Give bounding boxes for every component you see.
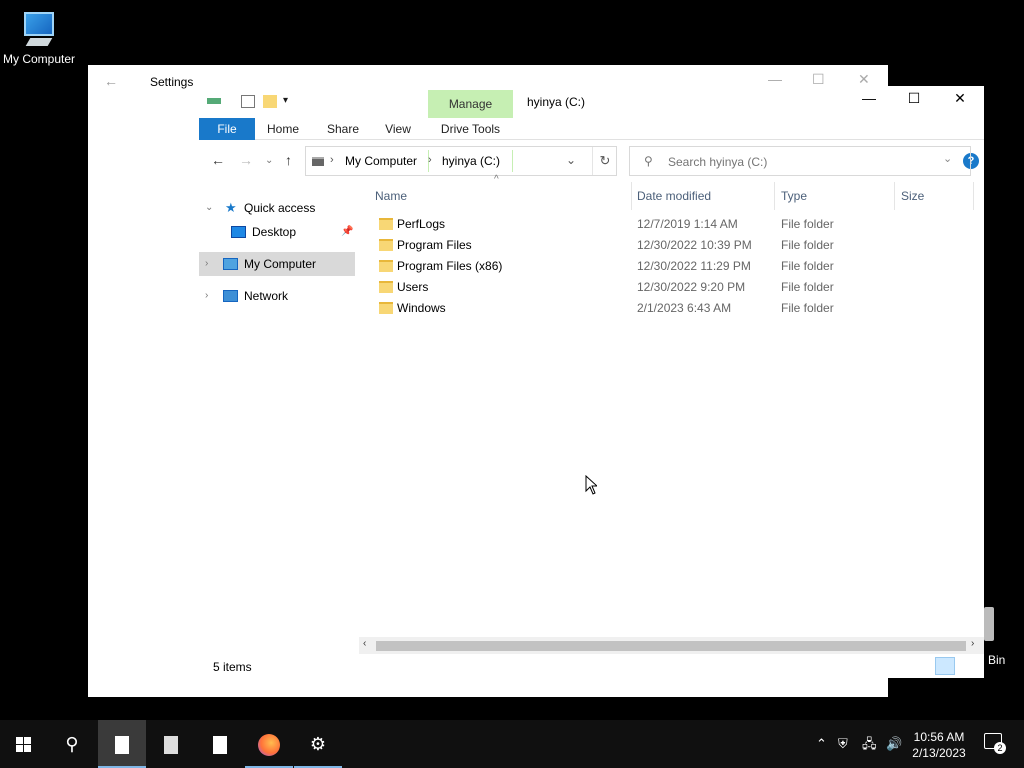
quick-access-toolbar: ▾ Manage hyinya (C:) — ☐ ✕ xyxy=(199,86,984,118)
customize-toolbar-icon[interactable]: ▾ xyxy=(283,95,288,106)
search-button[interactable]: ⚲ xyxy=(48,720,96,768)
chevron-right-icon[interactable]: › xyxy=(205,252,208,276)
settings-title: Settings xyxy=(150,75,194,89)
table-row[interactable]: PerfLogs 12/7/2019 1:14 AM File folder xyxy=(369,214,979,235)
tab-drive-tools[interactable]: Drive Tools xyxy=(428,118,513,140)
folder-icon xyxy=(379,302,393,314)
document-icon xyxy=(115,736,129,755)
checkmark-icon[interactable] xyxy=(241,95,255,108)
back-button[interactable]: ← xyxy=(211,152,225,168)
refresh-icon[interactable]: ↻ xyxy=(592,147,617,175)
table-row[interactable]: Windows 2/1/2023 6:43 AM File folder xyxy=(369,298,979,319)
nav-item-quick-access[interactable]: ⌄ ★ Quick access xyxy=(199,196,355,220)
nav-item-network[interactable]: › Network xyxy=(199,284,355,308)
taskbar: ⚲ ⚙ ⌃ ⛨ 🖧 🔊 10:56 AM 2/13/2023 2 xyxy=(0,720,1024,768)
tab-view[interactable]: View xyxy=(379,118,417,140)
desktop-folder-icon xyxy=(231,226,246,238)
column-type[interactable]: Type xyxy=(775,182,895,210)
file-explorer-window: ▾ Manage hyinya (C:) — ☐ ✕ File Home Sha… xyxy=(199,86,984,678)
clock-time: 10:56 AM xyxy=(913,730,965,744)
horizontal-scrollbar[interactable]: ‹ › xyxy=(359,637,984,654)
tab-share[interactable]: Share xyxy=(321,118,365,140)
document-icon xyxy=(164,736,178,755)
maximize-button[interactable]: ☐ xyxy=(891,90,937,112)
scroll-right-icon[interactable]: › xyxy=(971,638,974,649)
table-row[interactable]: Users 12/30/2022 9:20 PM File folder xyxy=(369,277,979,298)
column-size[interactable]: Size xyxy=(895,182,973,210)
folder-icon xyxy=(379,260,393,272)
status-bar: 5 items xyxy=(199,654,984,678)
gear-icon: ⚙ xyxy=(309,734,327,754)
windows-logo-icon xyxy=(16,737,32,753)
security-icon[interactable]: ⛨ xyxy=(838,720,848,768)
address-bar[interactable]: › My Computer › hyinya (C:) ⌄ ↻ xyxy=(305,146,617,176)
minimize-button[interactable]: — xyxy=(846,90,892,112)
nav-item-my-computer[interactable]: › My Computer xyxy=(199,252,355,276)
computer-icon xyxy=(223,258,238,270)
new-folder-icon[interactable] xyxy=(263,95,277,108)
manage-context-tab[interactable]: Manage xyxy=(428,90,513,118)
notification-count-badge: 2 xyxy=(994,742,1006,754)
nav-item-desktop[interactable]: Desktop 📌 xyxy=(199,220,355,244)
network-status-icon[interactable]: 🖧 xyxy=(862,720,877,768)
close-button[interactable]: ✕ xyxy=(937,90,983,112)
recycle-bin-icon[interactable] xyxy=(984,607,994,641)
tab-file[interactable]: File xyxy=(199,118,255,140)
drive-icon xyxy=(312,157,324,166)
properties-icon[interactable] xyxy=(207,98,221,104)
tab-home[interactable]: Home xyxy=(261,118,305,140)
address-segment-drive[interactable]: hyinya (C:) xyxy=(442,154,500,168)
forward-button[interactable]: → xyxy=(239,152,253,168)
search-icon: ⚲ xyxy=(644,154,653,168)
document-icon xyxy=(213,736,227,755)
folder-icon xyxy=(379,218,393,230)
navigation-bar: ← → ⌄ ↑ › My Computer › hyinya (C:) ⌄ ↻ … xyxy=(199,146,984,176)
pin-icon[interactable]: 📌 xyxy=(341,220,353,244)
desktop-icon-label: My Computer xyxy=(2,52,76,66)
firefox-icon xyxy=(258,734,280,757)
table-row[interactable]: Program Files (x86) 12/30/2022 11:29 PM … xyxy=(369,256,979,277)
window-title: hyinya (C:) xyxy=(527,95,586,109)
recycle-bin-label: Bin xyxy=(988,653,1006,667)
start-button[interactable] xyxy=(0,720,48,768)
ribbon-tabs: File Home Share View Drive Tools ⌄ ? xyxy=(199,118,984,172)
taskbar-app-document[interactable] xyxy=(147,720,195,768)
show-hidden-icons[interactable]: ⌃ xyxy=(816,720,827,768)
back-arrow-icon[interactable]: ← xyxy=(104,73,118,89)
column-headers: ^ Name Date modified Type Size xyxy=(369,174,979,210)
file-list: PerfLogs 12/7/2019 1:14 AM File folder P… xyxy=(369,214,979,319)
address-segment-my-computer[interactable]: My Computer xyxy=(345,154,417,168)
scrollbar-thumb[interactable] xyxy=(376,641,966,651)
taskbar-app-document-2[interactable] xyxy=(196,720,244,768)
table-row[interactable]: Program Files 12/30/2022 10:39 PM File f… xyxy=(369,235,979,256)
taskbar-app-explorer[interactable] xyxy=(98,720,146,768)
search-input[interactable] xyxy=(668,153,958,171)
address-dropdown-icon[interactable]: ⌄ xyxy=(566,153,576,167)
desktop: My Computer Bin ← Settings — ☐ ✕ ▾ Manag… xyxy=(0,0,1024,720)
scroll-left-icon[interactable]: ‹ xyxy=(363,638,366,649)
details-view-icon[interactable] xyxy=(935,657,955,675)
clock-date: 2/13/2023 xyxy=(912,746,966,760)
folder-icon xyxy=(379,281,393,293)
volume-icon[interactable]: 🔊 xyxy=(886,720,902,768)
search-icon: ⚲ xyxy=(65,734,79,754)
star-icon: ★ xyxy=(225,200,237,215)
column-name[interactable]: Name xyxy=(369,182,631,210)
chevron-down-icon[interactable]: ⌄ xyxy=(205,196,213,220)
folder-icon xyxy=(379,239,393,251)
taskbar-app-settings[interactable]: ⚙ xyxy=(294,720,342,768)
search-box[interactable]: ⚲ xyxy=(629,146,971,176)
chevron-right-icon[interactable]: › xyxy=(205,284,208,308)
desktop-icon-my-computer[interactable]: My Computer xyxy=(0,8,78,66)
up-button[interactable]: ↑ xyxy=(285,152,292,168)
clock[interactable]: 10:56 AM 2/13/2023 xyxy=(906,729,972,761)
column-date-modified[interactable]: Date modified xyxy=(631,182,775,210)
minimize-icon[interactable]: — xyxy=(768,71,782,87)
item-count: 5 items xyxy=(213,660,252,674)
taskbar-app-firefox[interactable] xyxy=(245,720,293,768)
network-icon xyxy=(223,290,238,302)
recent-locations-icon[interactable]: ⌄ xyxy=(265,155,273,166)
large-icons-view-icon[interactable] xyxy=(958,657,978,675)
computer-icon xyxy=(24,12,54,36)
